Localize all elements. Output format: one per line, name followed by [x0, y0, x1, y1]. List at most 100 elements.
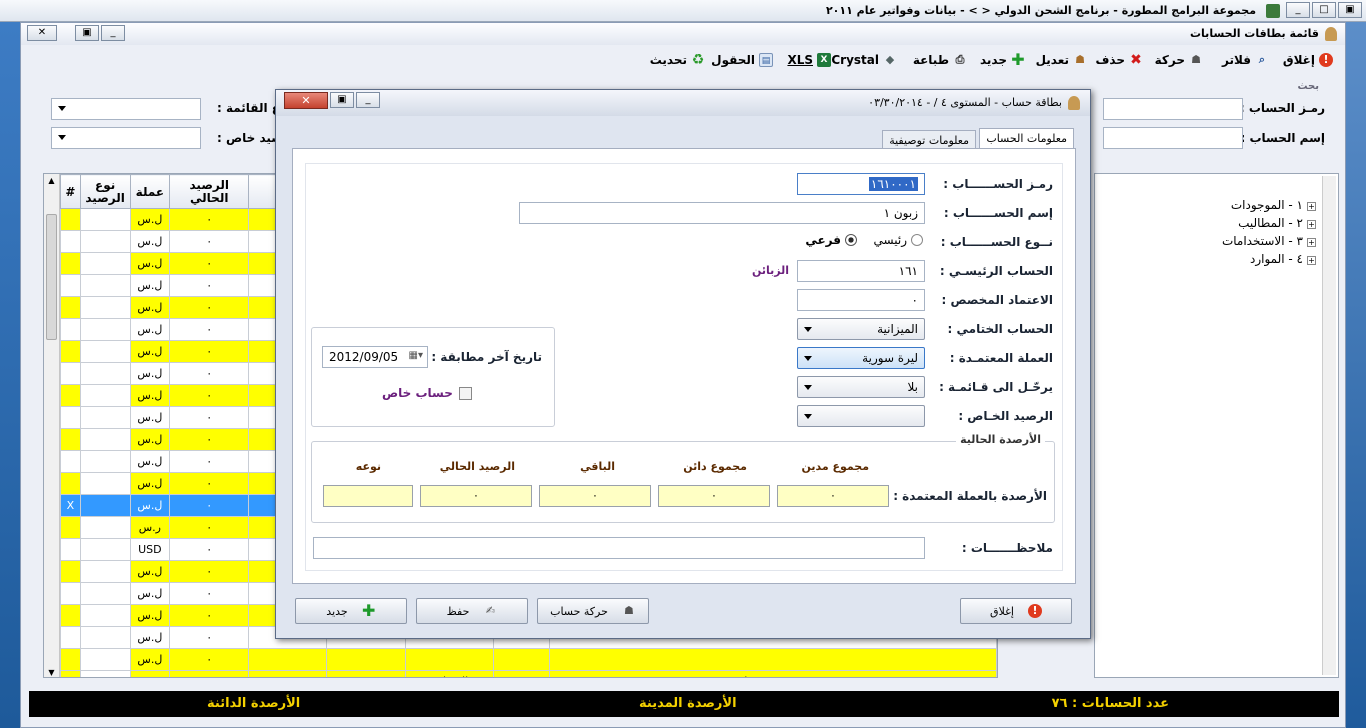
row-mark-cell[interactable]: [60, 274, 81, 297]
search-name-input[interactable]: [1103, 127, 1243, 149]
row-mark-cell[interactable]: [60, 340, 81, 363]
toolbar-crystal-button[interactable]: ◆ Crystal: [831, 53, 897, 67]
currency-cell[interactable]: ل.س: [129, 450, 171, 473]
row-mark-cell[interactable]: [60, 472, 81, 495]
dialog-restore-button[interactable]: ▣: [330, 92, 354, 108]
search-special-balance-combo[interactable]: [51, 127, 201, 149]
col-balance-type-header[interactable]: نوع الرصيد: [79, 174, 131, 209]
search-list-type-combo[interactable]: [51, 98, 201, 120]
allocated-input[interactable]: ٠: [797, 289, 925, 311]
balance-type-cell[interactable]: [79, 428, 131, 451]
code-input[interactable]: ١٦١٠٠٠١: [797, 173, 925, 195]
name-input[interactable]: زبون ١: [519, 202, 925, 224]
scroll-thumb[interactable]: [46, 214, 57, 340]
currency-cell[interactable]: ل.س: [129, 604, 171, 627]
current-balance-cell[interactable]: ٠: [169, 208, 250, 231]
currency-cell[interactable]: ل.س: [129, 340, 171, 363]
toolbar-edit-button[interactable]: ☗ تعديل: [1036, 53, 1087, 67]
list-minimize-button[interactable]: _: [101, 25, 125, 41]
balance-type-cell[interactable]: [79, 208, 131, 231]
current-balance-cell[interactable]: ٠: [169, 252, 250, 275]
scroll-up-icon[interactable]: ▲: [46, 176, 57, 185]
currency-cell[interactable]: [129, 670, 171, 677]
toolbar-delete-button[interactable]: ✖ حذف: [1095, 53, 1143, 67]
current-balance-cell[interactable]: ٠: [169, 648, 250, 671]
current-balance-cell[interactable]: ٠: [169, 296, 250, 319]
current-balance-cell[interactable]: ٠: [169, 626, 250, 649]
dialog-minimize-button[interactable]: _: [356, 92, 380, 108]
balance-type-cell[interactable]: [79, 230, 131, 253]
save-button[interactable]: ✍ حفظ: [416, 598, 528, 624]
currency-cell[interactable]: ل.س: [129, 472, 171, 495]
expand-icon[interactable]: +: [1307, 238, 1316, 247]
currency-cell[interactable]: ل.س: [129, 626, 171, 649]
row-mark-cell[interactable]: [60, 626, 81, 649]
balance-type-cell[interactable]: [79, 538, 131, 561]
row-mark-cell[interactable]: [60, 428, 81, 451]
currency-cell[interactable]: ل.س: [129, 296, 171, 319]
expand-icon[interactable]: +: [1307, 220, 1316, 229]
final-account-cell[interactable]: الميزانية: [404, 670, 495, 677]
hidden-cell[interactable]: [404, 648, 495, 671]
current-balance-cell[interactable]: ٠: [169, 428, 250, 451]
row-mark-cell[interactable]: [60, 582, 81, 605]
carry-combo[interactable]: بلا: [797, 376, 925, 398]
dialog-close-button[interactable]: ✕: [284, 92, 328, 109]
tree-item-liabilities[interactable]: +٢ - المطاليب: [1238, 216, 1316, 230]
row-mark-cell[interactable]: [60, 208, 81, 231]
col-current-balance-header[interactable]: الرصيد الحالي: [169, 174, 250, 209]
currency-cell[interactable]: ل.س: [129, 648, 171, 671]
balance-type-cell[interactable]: [79, 318, 131, 341]
balance-type-cell[interactable]: [79, 274, 131, 297]
hidden-cell[interactable]: [326, 648, 406, 671]
type-main-radio[interactable]: رئيسي: [874, 233, 923, 247]
currency-cell[interactable]: ل.س: [129, 384, 171, 407]
current-balance-cell[interactable]: ٠: [169, 494, 250, 517]
special-account-checkbox[interactable]: حساب خاص: [382, 386, 472, 400]
row-mark-cell[interactable]: [60, 516, 81, 539]
row-mark-cell[interactable]: [60, 384, 81, 407]
tab-descriptive-info[interactable]: معلومات توصيفية: [882, 130, 976, 150]
current-balance-cell[interactable]: ٠: [169, 582, 250, 605]
currency-cell[interactable]: ل.س: [129, 582, 171, 605]
tree-item-assets[interactable]: +١ - الموجودات: [1231, 198, 1316, 212]
currency-cell[interactable]: ل.س: [129, 428, 171, 451]
balance-type-cell[interactable]: [79, 472, 131, 495]
currency-cell[interactable]: ل.س: [129, 494, 171, 517]
row-mark-cell[interactable]: [60, 648, 81, 671]
current-balance-cell[interactable]: [169, 670, 250, 677]
search-code-input[interactable]: [1103, 98, 1243, 120]
account-name-cell[interactable]: ذمم مدينة مختلفة: [548, 670, 997, 677]
balance-type-cell[interactable]: [79, 384, 131, 407]
current-balance-cell[interactable]: ٠: [169, 230, 250, 253]
current-balance-cell[interactable]: ٠: [169, 560, 250, 583]
currency-combo[interactable]: ليرة سورية: [797, 347, 925, 369]
list-close-button[interactable]: ✕: [27, 25, 57, 41]
balance-type-cell[interactable]: [79, 406, 131, 429]
balance-type-cell[interactable]: [79, 626, 131, 649]
col-currency-header[interactable]: عملة: [129, 174, 171, 209]
currency-cell[interactable]: USD: [129, 538, 171, 561]
account-movement-button[interactable]: ☗ حركة حساب: [537, 598, 649, 624]
app-maximize-button[interactable]: □: [1312, 2, 1336, 18]
row-mark-cell[interactable]: [60, 230, 81, 253]
toolbar-refresh-button[interactable]: ♻ تحديث: [650, 53, 705, 67]
balance-type-cell[interactable]: [79, 560, 131, 583]
table-row[interactable]: ل.س ٠: [60, 648, 997, 671]
parent-input[interactable]: ١٦١: [797, 260, 925, 282]
tree-vertical-scrollbar[interactable]: [1322, 176, 1336, 675]
current-balance-cell[interactable]: ٠: [169, 274, 250, 297]
currency-cell[interactable]: ل.س: [129, 318, 171, 341]
grid-vertical-scrollbar[interactable]: ▲ ▼: [44, 174, 60, 677]
expand-icon[interactable]: +: [1307, 202, 1316, 211]
table-row[interactable]: ٠٠الميزانيةفرعيذمم مدينة مختلفة: [60, 670, 997, 677]
current-balance-cell[interactable]: ٠: [169, 450, 250, 473]
hidden-cell[interactable]: [548, 648, 997, 671]
scroll-down-icon[interactable]: ▼: [46, 668, 57, 677]
calendar-icon[interactable]: ▦▾: [409, 350, 423, 361]
currency-cell[interactable]: ل.س: [129, 230, 171, 253]
app-restore-button[interactable]: ▣: [1338, 2, 1362, 18]
row-mark-cell[interactable]: [60, 450, 81, 473]
value-cell[interactable]: ٠: [326, 670, 406, 677]
row-mark-cell[interactable]: [60, 538, 81, 561]
